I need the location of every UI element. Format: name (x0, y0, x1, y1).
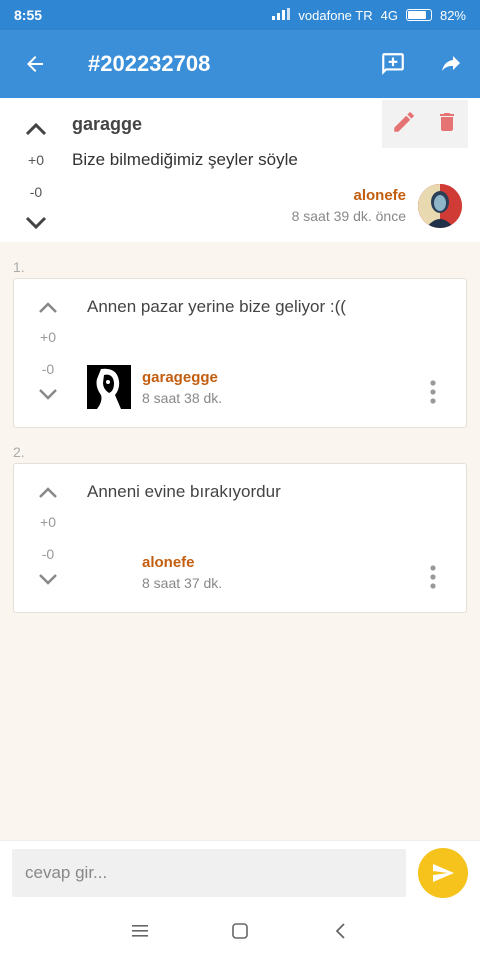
chevron-down-icon (39, 574, 57, 585)
post-header: +0 -0 garagge Bize bilmediğimiz şeyler s… (0, 98, 480, 242)
comment-vote: +0 -0 (28, 293, 68, 405)
menu-icon (132, 925, 148, 937)
comment-card: +0 -0 Annen pazar yerine bize geliyor :(… (13, 278, 467, 428)
comment-timestamp: 8 saat 38 dk. (142, 390, 223, 406)
more-vert-icon (430, 380, 436, 404)
trash-icon (440, 112, 454, 131)
comment-index: 2. (13, 444, 25, 460)
avatar[interactable] (418, 184, 462, 228)
comment-vote: +0 -0 (28, 478, 68, 590)
recents-button[interactable] (90, 902, 190, 960)
battery-icon (405, 9, 432, 21)
add-comment-button[interactable] (364, 30, 422, 98)
home-square-icon (232, 923, 248, 939)
downvote-button[interactable] (28, 383, 68, 405)
downvote-button[interactable] (16, 208, 56, 238)
network-label: 4G (380, 7, 398, 23)
edit-button[interactable] (391, 109, 417, 140)
upvote-count: +0 (40, 329, 56, 345)
post-timestamp: 8 saat 39 dk. önce (291, 208, 406, 224)
pencil-icon (394, 111, 414, 132)
home-button[interactable] (190, 902, 290, 960)
status-bar: 8:55 vodafone TR 4G 82% (0, 0, 480, 30)
delete-button[interactable] (435, 109, 459, 140)
more-options-button[interactable] (420, 379, 446, 405)
avatar[interactable] (87, 365, 131, 409)
more-vert-icon (430, 565, 436, 589)
reply-input[interactable] (12, 849, 406, 897)
chevron-down-icon (39, 389, 57, 400)
share-button[interactable] (422, 30, 480, 98)
downvote-button[interactable] (28, 568, 68, 590)
chevron-up-icon (25, 122, 47, 136)
send-icon (433, 864, 454, 882)
chevron-up-icon (39, 302, 57, 313)
more-options-button[interactable] (420, 564, 446, 590)
upvote-count: +0 (40, 514, 56, 530)
back-button[interactable] (0, 30, 70, 98)
comment-author[interactable]: garagegge (142, 369, 218, 386)
comment-author[interactable]: alonefe (142, 554, 195, 571)
system-back-button[interactable] (290, 902, 390, 960)
post-body: Bize bilmediğimiz şeyler söyle (72, 150, 298, 169)
post-vote: +0 -0 (16, 114, 56, 238)
upvote-count: +0 (28, 152, 44, 168)
reply-bar (0, 840, 480, 902)
send-button[interactable] (418, 848, 468, 898)
downvote-count: -0 (41, 361, 55, 377)
upvote-button[interactable] (28, 293, 68, 323)
post-title: garagge (72, 114, 143, 134)
arrow-left-icon (27, 56, 43, 72)
carrier-label: vodafone TR (298, 7, 373, 23)
battery-percent: 82% (439, 7, 466, 23)
chevron-left-icon (335, 923, 345, 939)
chevron-down-icon (25, 216, 47, 230)
upvote-button[interactable] (28, 478, 68, 508)
comment-text: Anneni evine bırakıyordur (87, 482, 281, 501)
status-time: 8:55 (14, 7, 43, 23)
comment-index: 1. (13, 259, 25, 275)
comment-text: Annen pazar yerine bize geliyor :(( (87, 297, 346, 316)
upvote-button[interactable] (16, 114, 56, 144)
add-comment-icon (382, 53, 404, 75)
share-icon (442, 56, 460, 71)
comment-card: +0 -0 Anneni evine bırakıyordur alonefe … (13, 463, 467, 613)
downvote-count: -0 (29, 184, 43, 200)
post-actions (382, 100, 468, 148)
chevron-up-icon (39, 487, 57, 498)
system-nav-bar (0, 902, 480, 960)
comment-timestamp: 8 saat 37 dk. (142, 575, 223, 591)
downvote-count: -0 (41, 546, 55, 562)
page-title: #202232708 (88, 51, 211, 76)
post-author[interactable]: alonefe (353, 187, 406, 204)
app-bar: #202232708 (0, 30, 480, 98)
signal-icon (272, 7, 291, 23)
